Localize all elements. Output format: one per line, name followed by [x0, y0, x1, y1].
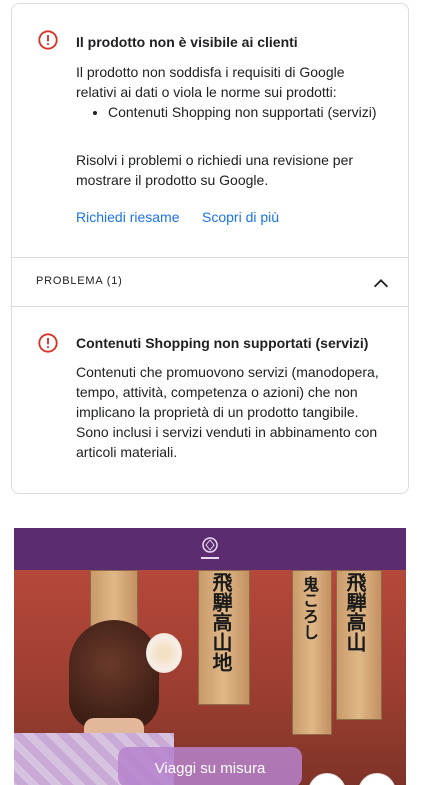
chevron-up-icon[interactable] [370, 273, 392, 295]
status-bullet-list: Contenuti Shopping non supportati (servi… [76, 102, 398, 122]
product-status-card: Il prodotto non è visibile ai clienti Il… [11, 3, 409, 494]
divider [12, 257, 408, 258]
status-title: Il prodotto non è visibile ai clienti [76, 34, 298, 50]
divider [12, 306, 408, 307]
custom-travel-button[interactable]: Viaggi su misura [118, 747, 302, 785]
issue-title: Contenuti Shopping non supportati (servi… [76, 335, 369, 351]
hair-flower [146, 633, 182, 673]
error-circle-icon [38, 30, 58, 50]
status-bullet-item: Contenuti Shopping non supportati (servi… [108, 102, 398, 122]
sign-characters: 鬼ころし [300, 576, 319, 640]
learn-more-link[interactable]: Scopri di più [202, 207, 279, 227]
sign-characters: 飛騨高山 [343, 572, 367, 652]
error-circle-icon [38, 333, 58, 353]
brand-header [14, 528, 406, 570]
issues-section-label: PROBLEMA (1) [36, 275, 123, 287]
sign-characters: 飛騨高山地 [209, 572, 233, 672]
brand-logo [201, 537, 219, 559]
status-description: Il prodotto non soddisfa i requisiti di … [76, 64, 345, 100]
request-review-link[interactable]: Richiedi riesame [76, 207, 179, 227]
issue-description: Contenuti che promuovono servizi (manodo… [76, 364, 379, 460]
person-hair [69, 620, 159, 730]
status-resolution: Risolvi i problemi o richiedi una revisi… [76, 152, 354, 188]
product-image: 飛騨高山地 飛騨高山 鬼ころし Viaggi su misura [14, 528, 406, 785]
